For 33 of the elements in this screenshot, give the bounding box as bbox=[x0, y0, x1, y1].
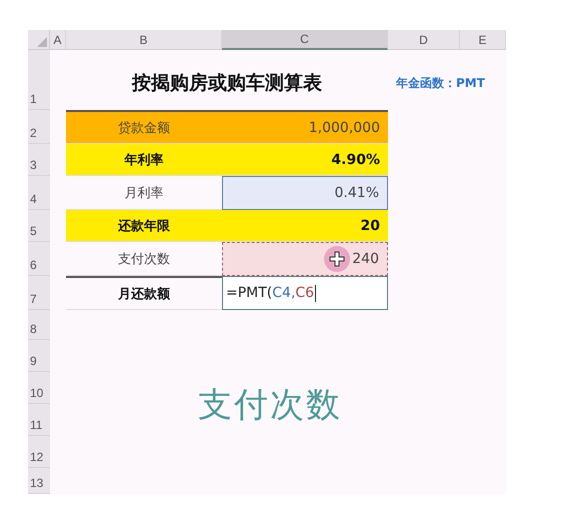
row-header[interactable]: 11 bbox=[28, 404, 50, 436]
column-header[interactable]: A bbox=[50, 30, 66, 50]
corner-triangle-icon bbox=[37, 37, 47, 47]
cell-value: 1,000,000 bbox=[308, 120, 380, 136]
column-header[interactable]: D bbox=[388, 30, 460, 50]
row-header[interactable]: 4 bbox=[28, 176, 50, 210]
row-header[interactable]: 5 bbox=[28, 210, 50, 242]
cell-value: 0.41% bbox=[334, 185, 379, 201]
formula-input-field[interactable]: =PMT(C4,C6 bbox=[222, 276, 388, 310]
row-header[interactable]: 12 bbox=[28, 436, 50, 468]
row-header[interactable]: 6 bbox=[28, 242, 50, 276]
sheet-title: 按揭购房或购车测算表 bbox=[130, 71, 323, 96]
column-header[interactable]: C bbox=[222, 30, 388, 50]
cell-value: 240 bbox=[352, 251, 379, 267]
row-header[interactable]: 2 bbox=[28, 110, 50, 144]
select-all-corner[interactable] bbox=[28, 30, 50, 50]
table-cell: 年利率 bbox=[66, 144, 222, 176]
row-header[interactable]: 1 bbox=[28, 50, 50, 110]
row-header[interactable]: 9 bbox=[28, 340, 50, 372]
note-text: 年金函数：PMT bbox=[394, 74, 486, 92]
cell-value: 20 bbox=[360, 218, 380, 234]
row-header[interactable]: 8 bbox=[28, 310, 50, 340]
column-header[interactable]: B bbox=[66, 30, 222, 50]
cursor-icon bbox=[324, 246, 350, 272]
row-header[interactable]: 3 bbox=[28, 144, 50, 176]
row-header[interactable]: 13 bbox=[28, 468, 50, 494]
table-cell: 贷款金额 bbox=[66, 110, 222, 144]
row-header[interactable]: 7 bbox=[28, 276, 50, 310]
cell-value: 4.90% bbox=[331, 152, 380, 168]
row-header[interactable]: 10 bbox=[28, 372, 50, 404]
table-cell: 还款年限 bbox=[66, 210, 222, 242]
column-header[interactable]: E bbox=[460, 30, 506, 50]
caption-text: 支付次数 bbox=[198, 384, 342, 427]
